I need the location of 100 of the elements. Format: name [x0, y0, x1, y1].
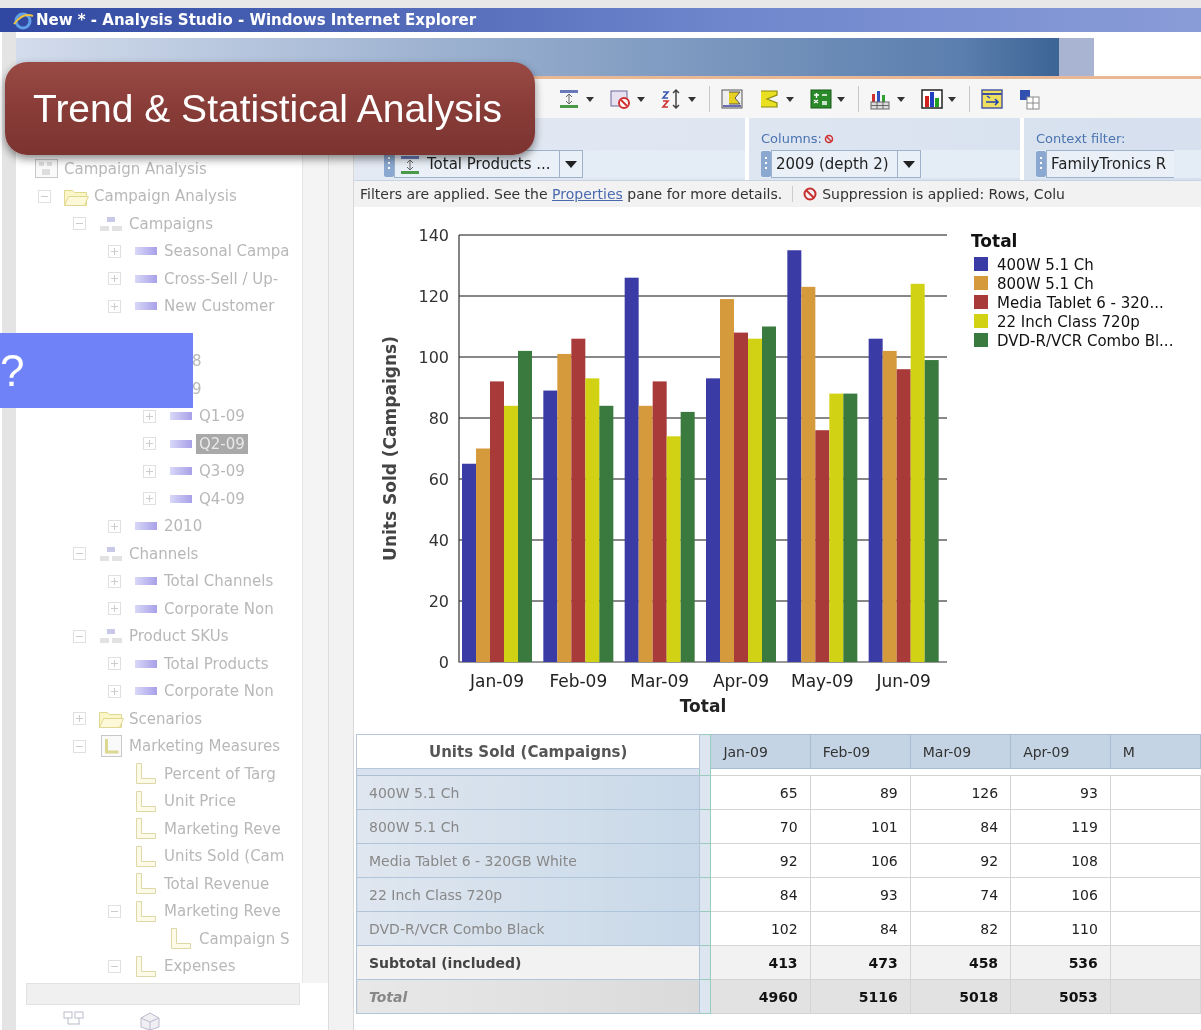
expand-icon[interactable]: [108, 244, 121, 258]
tree-item[interactable]: Expenses: [161, 956, 239, 977]
table-cell: 106: [810, 843, 911, 878]
tree-item[interactable]: New Customer: [161, 296, 278, 317]
tree-item[interactable]: Unit Price: [161, 791, 239, 812]
dropdown-field[interactable]: 2009 (depth 2): [761, 150, 1020, 178]
member-icon: [135, 247, 157, 256]
tree-item[interactable]: Percent of Targ: [161, 763, 279, 784]
spreadsheet-icon: [809, 87, 833, 110]
expand-icon[interactable]: [143, 437, 156, 451]
tree-item[interactable]: Seasonal Campa: [161, 241, 293, 262]
axis-label: Feb-09: [549, 671, 608, 691]
expand-icon[interactable]: [73, 712, 86, 726]
tree-item[interactable]: Total Revenue: [161, 873, 273, 894]
table-cell: 126: [910, 775, 1011, 810]
dropdown-value: FamilyTronics R: [1051, 155, 1167, 173]
expand-icon[interactable]: [108, 574, 121, 588]
tree-item[interactable]: Units Sold (Cam: [161, 846, 288, 867]
drag-handle-icon: [761, 151, 771, 177]
tree-item[interactable]: Scenarios: [126, 708, 206, 729]
tree-item[interactable]: Total Products: [161, 653, 272, 674]
tree-item[interactable]: Corporate Non: [161, 681, 277, 702]
expand-icon[interactable]: [108, 519, 121, 533]
table-cell: 65: [710, 775, 811, 810]
tree-item[interactable]: Q4-09: [196, 488, 248, 509]
table-cell: 413: [710, 945, 811, 980]
axis-label: Jun-09: [876, 671, 931, 691]
axis-label: Apr-09: [712, 671, 770, 691]
axis-label: 120: [418, 287, 449, 306]
column-header: Jan-09: [710, 734, 811, 769]
tree-item[interactable]: Q1-09: [196, 406, 248, 427]
table-cell: 5018: [910, 979, 1011, 1014]
collapse-icon[interactable]: [38, 189, 51, 203]
tree-item[interactable]: Marketing Reve: [161, 818, 284, 839]
table-cell: 110: [1010, 911, 1111, 946]
tree-item[interactable]: Marketing Measures: [126, 736, 284, 757]
expand-icon[interactable]: [143, 492, 156, 506]
tree-item[interactable]: Campaign S: [196, 928, 293, 949]
caret-icon: [564, 160, 577, 168]
caret-icon: [836, 94, 846, 103]
collapse-icon[interactable]: [73, 217, 86, 231]
collapse-icon[interactable]: [73, 547, 86, 561]
table-cell: 5053: [1010, 979, 1111, 1014]
axis-label: May-09: [791, 671, 854, 691]
tree-item[interactable]: Q2-09: [196, 433, 248, 454]
expand-icon[interactable]: [108, 272, 121, 286]
table-cell: 84: [710, 877, 811, 912]
table-cell: 92: [710, 843, 811, 878]
table-cell: 473: [810, 945, 911, 980]
column-chart-icon: [920, 87, 944, 110]
swap-icon: [980, 87, 1004, 110]
table-cell: 93: [1010, 775, 1111, 810]
window-title: New * - Analysis Studio - Windows Internet Explorer: [36, 11, 477, 29]
column-header: M: [1110, 734, 1201, 769]
expand-icon[interactable]: [143, 409, 156, 423]
axis-label: 40: [428, 531, 449, 550]
table-cell: 70: [710, 809, 811, 844]
axis-label: 100: [418, 348, 449, 367]
legend-label: 400W 5.1 Ch: [997, 256, 1094, 274]
table-cell: 119: [1010, 809, 1111, 844]
tree-item[interactable]: Campaigns: [126, 213, 216, 234]
tree-item[interactable]: Marketing Reve: [161, 901, 284, 922]
pane-splitter[interactable]: [329, 155, 354, 1030]
expand-icon[interactable]: [108, 684, 121, 698]
column-header: Feb-09: [810, 734, 911, 769]
dropdown-field[interactable]: FamilyTronics R: [1036, 150, 1201, 178]
expand-icon[interactable]: [143, 464, 156, 478]
tree-item[interactable]: Product SKUs: [126, 626, 232, 647]
legend-label: DVD-R/VCR Combo Bl...: [997, 332, 1174, 350]
table-cell: 89: [810, 775, 911, 810]
tree-item[interactable]: Total Channels: [161, 571, 277, 592]
tree-item[interactable]: Campaign Analysis: [61, 158, 210, 179]
tree-item[interactable]: Cross-Sell / Up-: [161, 268, 282, 289]
table-cell: 458: [910, 945, 1011, 980]
caret-icon: [896, 94, 906, 103]
zone-label: Context filter:: [1036, 131, 1127, 146]
member-icon: [135, 687, 157, 696]
table-cell: 93: [810, 877, 911, 912]
tree-item[interactable]: Corporate Non: [161, 598, 277, 619]
collapse-icon[interactable]: [108, 904, 121, 918]
collapse-icon[interactable]: [73, 739, 86, 753]
dropdown-field[interactable]: Total Products ...: [384, 150, 745, 178]
tree-item[interactable]: 2010: [161, 516, 206, 537]
collapse-icon[interactable]: [108, 959, 121, 973]
expand-icon[interactable]: [108, 602, 121, 616]
callout-banner: Trend & Statistical Analysis: [5, 62, 535, 155]
horizontal-scrollbar[interactable]: [26, 983, 300, 1005]
tree-item[interactable]: Channels: [126, 543, 202, 564]
expand-icon[interactable]: [108, 299, 121, 313]
axis-label: 60: [428, 470, 449, 489]
properties-link[interactable]: Properties: [552, 186, 623, 202]
collapse-icon[interactable]: [73, 629, 86, 643]
expand-icon[interactable]: [108, 657, 121, 671]
column-header: Apr-09: [1010, 734, 1111, 769]
tree-item[interactable]: Campaign Analysis: [91, 186, 240, 207]
table-cell: 4960: [710, 979, 811, 1014]
vertical-scrollbar[interactable]: [302, 155, 328, 983]
table-cell: 74: [910, 877, 1011, 912]
tree-item[interactable]: Q3-09: [196, 461, 248, 482]
cube-tab-icon[interactable]: [137, 1010, 163, 1030]
